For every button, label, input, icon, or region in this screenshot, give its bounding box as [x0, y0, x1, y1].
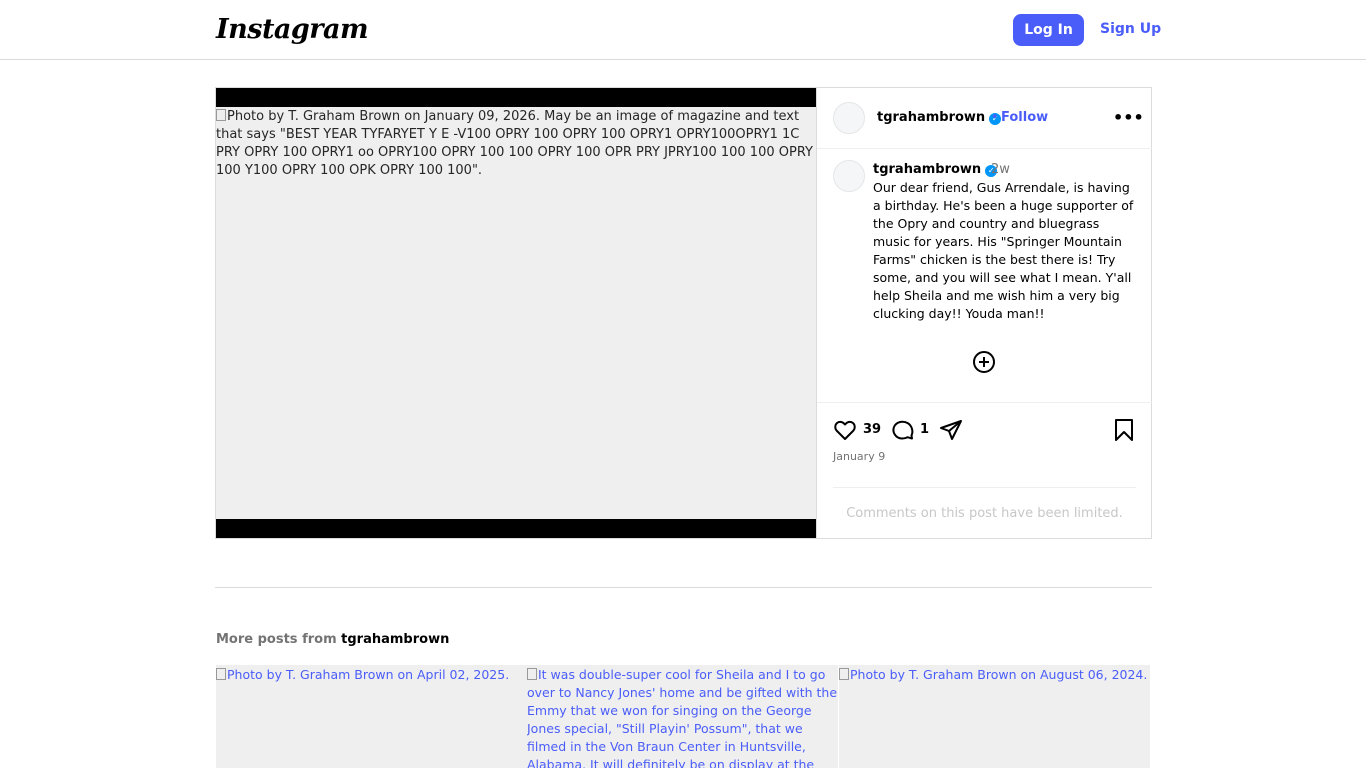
more-post-tile[interactable]: Photo by T. Graham Brown on August 06, 2…	[839, 665, 1150, 768]
post-image[interactable]: Photo by T. Graham Brown on January 09, …	[216, 107, 816, 519]
post-actions: 39 1 January 9 Comments on this post hav…	[817, 402, 1152, 538]
follow-button[interactable]: Follow	[1001, 110, 1048, 125]
post-image-alt-text: Photo by T. Graham Brown on January 09, …	[216, 108, 814, 180]
caption-username-label[interactable]: tgrahambrown	[873, 162, 981, 177]
post-image-alt-label: Photo by T. Graham Brown on January 09, …	[216, 109, 813, 178]
broken-image-icon	[527, 668, 537, 680]
post-header: tgrahambrown ✓ • Follow •••	[817, 88, 1152, 149]
plus-circle-icon[interactable]	[972, 350, 996, 374]
post-side-panel: tgrahambrown ✓ • Follow ••• tgrahambrown ✓…	[816, 88, 1152, 538]
login-button[interactable]: Log In	[1013, 14, 1084, 46]
broken-image-icon	[216, 109, 226, 121]
username-label[interactable]: tgrahambrown	[877, 110, 985, 125]
heart-icon[interactable]	[833, 418, 857, 442]
more-horizontal-icon[interactable]: •••	[1113, 110, 1144, 126]
divider	[833, 487, 1136, 488]
broken-image-icon	[839, 668, 849, 680]
more-post-tile[interactable]: It was double-super cool for Sheila and …	[527, 665, 838, 768]
tile-alt-text: Photo by T. Graham Brown on April 02, 20…	[216, 666, 527, 684]
caption-text: Our dear friend, Gus Arrendale, is havin…	[873, 180, 1134, 321]
more-post-tile[interactable]: Photo by T. Graham Brown on April 02, 20…	[216, 665, 527, 768]
tile-alt-text: Photo by T. Graham Brown on August 06, 2…	[839, 666, 1150, 684]
share-icon[interactable]	[939, 418, 963, 442]
tile-alt-text: It was double-super cool for Sheila and …	[527, 666, 838, 768]
caption-username[interactable]: tgrahambrown ✓	[873, 162, 998, 177]
comment-icon[interactable]	[891, 418, 915, 442]
like-count[interactable]: 39	[863, 422, 881, 437]
avatar[interactable]	[833, 102, 865, 134]
post-date[interactable]: January 9	[833, 450, 885, 463]
caption-time[interactable]: 2w	[991, 162, 1010, 177]
section-divider	[215, 587, 1152, 588]
instagram-logo[interactable]: Instagram	[216, 14, 369, 45]
post-username[interactable]: tgrahambrown ✓	[877, 110, 1002, 125]
tile-alt-label: It was double-super cool for Sheila and …	[527, 667, 838, 768]
tile-alt-label: Photo by T. Graham Brown on August 06, 2…	[850, 667, 1148, 682]
more-posts-heading: More posts from tgrahambrown	[216, 632, 449, 647]
post-card: Photo by T. Graham Brown on January 09, …	[215, 87, 1152, 539]
comment-count[interactable]: 1	[920, 422, 929, 437]
signup-link[interactable]: Sign Up	[1100, 21, 1161, 37]
bookmark-icon[interactable]	[1113, 418, 1135, 442]
more-posts-prefix: More posts from	[216, 632, 337, 647]
tile-alt-label: Photo by T. Graham Brown on April 02, 20…	[227, 667, 510, 682]
comments-limited-notice: Comments on this post have been limited.	[846, 506, 1123, 521]
broken-image-icon	[216, 668, 226, 680]
follow-separator: •	[991, 110, 999, 125]
post-media: Photo by T. Graham Brown on January 09, …	[216, 88, 816, 538]
top-bar: Instagram Log In Sign Up	[0, 0, 1366, 60]
caption-avatar[interactable]	[833, 160, 865, 192]
more-posts-username[interactable]: tgrahambrown	[341, 632, 449, 647]
